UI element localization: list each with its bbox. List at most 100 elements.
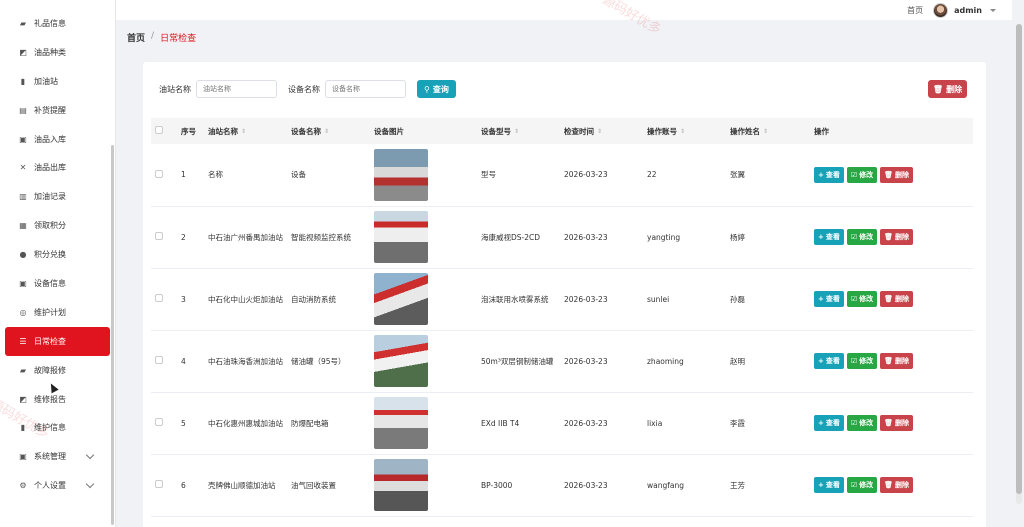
row-actions: + 查看 ☑ 修改 🗑 删除 [814, 291, 973, 307]
column-header-label: 设备型号 [481, 126, 511, 136]
edit-button[interactable]: ☑ 修改 [846, 415, 878, 431]
station-search-input[interactable] [196, 80, 277, 98]
column-header[interactable]: 操作姓名 ⇕ [726, 118, 810, 144]
device-image[interactable] [374, 211, 428, 263]
caret-down-icon[interactable] [990, 8, 996, 12]
table-row: 1 名称 设备 型号 2026-03-23 22 张翼 + 查看 ☑ 修改 🗑 删除 [151, 144, 973, 206]
device-image[interactable] [374, 459, 428, 511]
sidebar-item[interactable]: ▣ 设备信息 [0, 269, 115, 298]
sidebar-item[interactable]: ▤ 补货提醒 [0, 96, 115, 125]
operator-account-cell: 22 [647, 170, 657, 180]
column-header[interactable]: 油站名称 ⇕ [204, 118, 287, 144]
delete-button[interactable]: 🗑 删除 [880, 291, 914, 307]
sidebar-item[interactable]: ☰ 日常检查 [5, 326, 110, 356]
edit-button[interactable]: ☑ 修改 [846, 229, 878, 245]
view-button[interactable]: + 查看 [814, 353, 844, 369]
view-button[interactable]: + 查看 [814, 291, 844, 307]
column-header[interactable]: 设备名称 ⇕ [287, 118, 370, 144]
sidebar-item[interactable]: ⚙ 个人设置 [0, 471, 115, 500]
sidebar-item[interactable]: ◩ 油品种类 [0, 38, 115, 67]
sidebar-item[interactable]: ✕ 油品出库 [0, 153, 115, 182]
edit-button[interactable]: ☑ 修改 [846, 353, 878, 369]
sidebar-item[interactable]: ▣ 系统管理 [0, 442, 115, 471]
breadcrumb-home[interactable]: 首页 [127, 31, 145, 44]
delete-button-label: 删除 [895, 170, 910, 179]
avatar[interactable] [933, 2, 949, 18]
sidebar-item-label: 故障报修 [34, 365, 66, 375]
operator-name-cell: 孙磊 [730, 294, 745, 304]
row-checkbox[interactable] [155, 480, 163, 488]
column-header[interactable]: 操作账号 ⇕ [643, 118, 726, 144]
sort-icon[interactable]: ⇕ [514, 128, 519, 135]
sidebar-item[interactable]: ▮ 加油站 [0, 67, 115, 96]
sort-icon[interactable]: ⇕ [324, 128, 329, 135]
username[interactable]: admin [954, 6, 982, 15]
station-name-cell: 中石化惠州惠城加油站 [208, 418, 283, 428]
sort-icon[interactable]: ⇕ [241, 128, 246, 135]
page-scrollbar-thumb[interactable] [1016, 24, 1022, 494]
select-all-checkbox[interactable] [155, 126, 163, 134]
edit-icon: ☑ [850, 419, 858, 427]
sort-icon[interactable]: ⇕ [763, 128, 768, 135]
gift-icon: ▰ [19, 365, 27, 375]
sidebar-item[interactable]: ▦ 领取积分 [0, 211, 115, 240]
delete-button[interactable]: 🗑 删除 [880, 477, 914, 493]
device-search-input[interactable] [325, 80, 406, 98]
sidebar-menu: ▰ 礼品信息 ◩ 油品种类 ▮ 加油站 ▤ 补货提醒 ▣ 油品入库 ✕ 油品出库 ▥ 加油记录 ▦ 领取积分 ●… [0, 9, 115, 500]
delete-button[interactable]: 🗑 删除 [880, 353, 914, 369]
device-label: 设备名称 [288, 84, 320, 94]
sidebar-item[interactable]: ● 积分兑换 [0, 240, 115, 269]
device-image[interactable] [374, 335, 428, 387]
delete-button[interactable]: 🗑 删除 [880, 166, 914, 183]
device-name-cell: 自动消防系统 [291, 294, 336, 304]
station-name-cell: 中石化中山火炬加油站 [208, 294, 283, 304]
sidebar-scrollbar[interactable] [111, 145, 114, 525]
operator-name-cell: 张翼 [730, 170, 745, 180]
top-home-link[interactable]: 首页 [907, 5, 923, 16]
edit-button[interactable]: ☑ 修改 [846, 166, 878, 183]
delete-button[interactable]: 🗑 删除 [880, 415, 914, 431]
view-button[interactable]: + 查看 [814, 415, 844, 431]
row-checkbox[interactable] [155, 294, 163, 302]
sidebar-item[interactable]: ▰ 礼品信息 [0, 9, 115, 38]
view-button[interactable]: + 查看 [814, 477, 844, 493]
breadcrumb: 首页 / 日常检查 [127, 31, 196, 44]
batch-delete-button[interactable]: 🗑 删除 [928, 80, 967, 98]
sidebar: ▰ 礼品信息 ◩ 油品种类 ▮ 加油站 ▤ 补货提醒 ▣ 油品入库 ✕ 油品出库 ▥ 加油记录 ▦ 领取积分 ●… [0, 0, 116, 527]
chevron-down-icon[interactable] [85, 480, 95, 489]
device-name-cell: 智能视频监控系统 [291, 232, 351, 242]
check-time-cell: 2026-03-23 [564, 232, 608, 242]
query-button[interactable]: ⚲ 查询 [417, 80, 456, 98]
device-image[interactable] [374, 148, 428, 201]
row-checkbox[interactable] [155, 232, 163, 240]
delete-button[interactable]: 🗑 删除 [880, 229, 914, 245]
sidebar-item-label: 维护信息 [34, 423, 66, 433]
device-image[interactable] [374, 273, 428, 325]
column-header-label: 序号 [181, 126, 196, 136]
column-header[interactable]: 设备型号 ⇕ [477, 118, 560, 144]
row-checkbox[interactable] [155, 169, 163, 178]
sidebar-item[interactable]: ◎ 维护计划 [0, 298, 115, 327]
plus-icon: + [818, 295, 824, 303]
sidebar-item[interactable]: ▰ 故障报修 [0, 356, 115, 385]
sort-icon[interactable]: ⇕ [680, 128, 685, 135]
page-scrollbar[interactable] [1016, 24, 1022, 504]
sidebar-item[interactable]: ▮ 维护信息 [0, 413, 115, 442]
operator-account-cell: lixia [647, 418, 663, 428]
sidebar-item[interactable]: ▣ 油品入库 [0, 125, 115, 154]
sidebar-item[interactable]: ▥ 加油记录 [0, 182, 115, 211]
row-checkbox[interactable] [155, 356, 163, 364]
sidebar-item-label: 维修报告 [34, 394, 66, 404]
edit-button[interactable]: ☑ 修改 [846, 477, 878, 493]
row-checkbox[interactable] [155, 418, 163, 426]
sidebar-item-label: 加油记录 [34, 192, 66, 202]
chevron-down-icon[interactable] [85, 451, 95, 460]
edit-button[interactable]: ☑ 修改 [846, 291, 878, 307]
device-image[interactable] [374, 397, 428, 449]
actions-cell: + 查看 ☑ 修改 🗑 删除 [810, 268, 973, 330]
view-button-label: 查看 [825, 233, 840, 241]
sort-icon[interactable]: ⇕ [597, 128, 602, 135]
view-button[interactable]: + 查看 [814, 229, 844, 245]
column-header[interactable]: 检查时间 ⇕ [560, 118, 643, 144]
view-button[interactable]: + 查看 [814, 166, 844, 183]
